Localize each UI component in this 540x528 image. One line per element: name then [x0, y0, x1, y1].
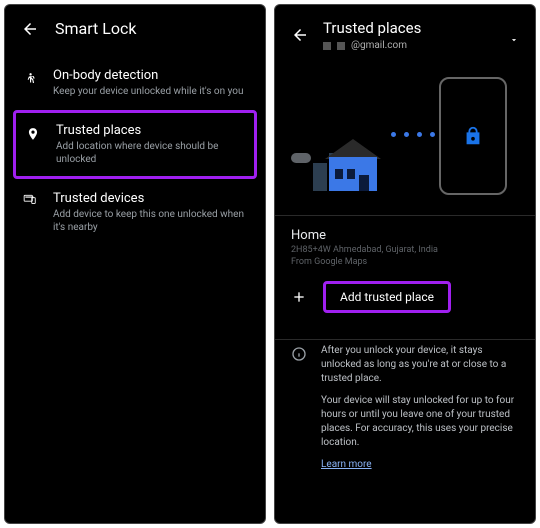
option-trusted-places[interactable]: Trusted places Add location where device… — [13, 110, 257, 179]
phone-icon — [439, 77, 507, 195]
walk-icon — [21, 68, 39, 88]
option-sub: Keep your device unlocked while it's on … — [53, 85, 244, 98]
chevron-down-icon[interactable] — [509, 30, 519, 40]
header: Smart Lock — [5, 5, 265, 56]
house-icon — [325, 139, 381, 191]
info-text-2: Your device will stay unlocked for up to… — [321, 394, 519, 450]
smart-lock-screen: Smart Lock On-body detection Keep your d… — [4, 4, 266, 524]
option-sub: Add device to keep this one unlocked whe… — [53, 208, 249, 234]
plus-icon[interactable] — [291, 289, 307, 305]
header: Trusted places @gmail.com — [275, 5, 535, 61]
place-address: 2H85+4W Ahmedabad, Gujarat, India — [291, 245, 519, 257]
option-title: Trusted places — [56, 123, 246, 138]
option-sub: Add location where device should be unlo… — [56, 140, 246, 166]
info-block: After you unlock your device, it stays u… — [275, 340, 535, 482]
place-home[interactable]: Home 2H85+4W Ahmedabad, Gujarat, India F… — [275, 216, 535, 271]
learn-more-link[interactable]: Learn more — [321, 459, 372, 470]
account-selector[interactable]: @gmail.com — [323, 40, 495, 51]
add-trusted-place-row: Add trusted place — [275, 271, 535, 325]
page-title: Smart Lock — [55, 19, 136, 38]
back-icon[interactable] — [291, 26, 309, 44]
option-on-body-detection[interactable]: On-body detection Keep your device unloc… — [5, 56, 265, 110]
account-email: @gmail.com — [351, 40, 407, 51]
trusted-places-screen: Trusted places @gmail.com — [274, 4, 536, 524]
option-title: On-body detection — [53, 68, 244, 83]
option-trusted-devices[interactable]: Trusted devices Add device to keep this … — [5, 179, 265, 246]
account-avatar — [337, 42, 345, 50]
add-trusted-place-button[interactable]: Add trusted place — [323, 281, 451, 313]
devices-icon — [21, 191, 39, 207]
account-avatar — [323, 42, 331, 50]
place-name: Home — [291, 228, 519, 243]
lock-icon — [462, 123, 484, 149]
info-icon — [291, 344, 307, 472]
illustration — [291, 71, 519, 201]
page-title: Trusted places — [323, 19, 495, 37]
location-icon — [24, 123, 42, 143]
option-title: Trusted devices — [53, 191, 249, 206]
back-icon[interactable] — [21, 20, 39, 38]
info-text-1: After you unlock your device, it stays u… — [321, 344, 519, 386]
place-source: From Google Maps — [291, 257, 519, 267]
